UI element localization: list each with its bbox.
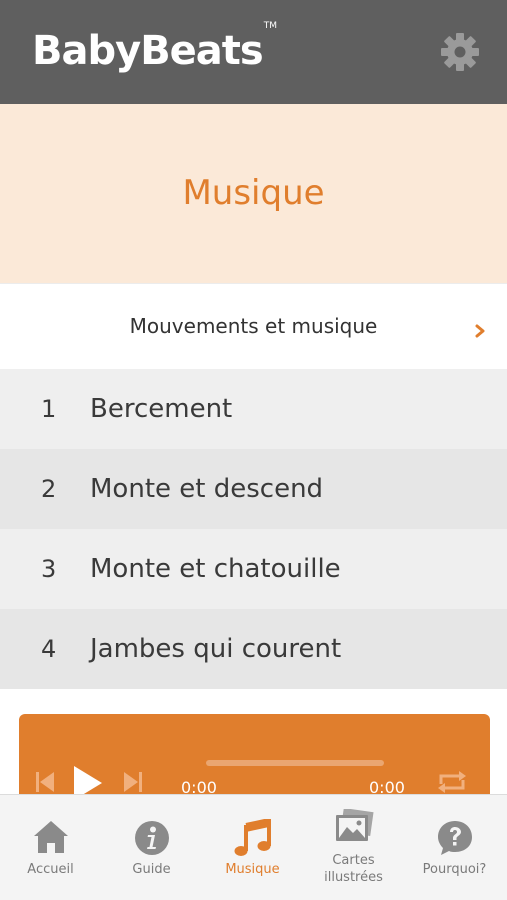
music-note-icon	[234, 819, 271, 856]
track-number: 1	[41, 395, 57, 423]
brand-logo: BabyBeatsTM	[32, 21, 277, 74]
tab-label-line: Cartes	[332, 853, 375, 868]
tab-cartes-illustrees[interactable]: Cartes illustrées	[303, 795, 404, 900]
page-title: Musique	[182, 172, 325, 213]
tab-label: Pourquoi?	[422, 862, 487, 877]
tab-bar: Accueil Guide Musique Cartes illustrées	[0, 794, 507, 900]
track-number: 2	[41, 475, 57, 503]
page-banner: Musique	[0, 104, 507, 283]
home-icon	[33, 821, 68, 853]
tab-accueil[interactable]: Accueil	[0, 795, 101, 900]
tab-guide[interactable]: Guide	[101, 795, 202, 900]
progress-slider[interactable]	[206, 760, 384, 766]
gear-icon[interactable]	[439, 31, 481, 73]
repeat-icon[interactable]	[435, 768, 469, 796]
app-header: BabyBeatsTM	[0, 0, 507, 104]
tab-label: Accueil	[27, 862, 74, 877]
track-title: Monte et descend	[90, 474, 324, 504]
tab-musique[interactable]: Musique	[202, 795, 303, 900]
tab-pourquoi[interactable]: Pourquoi?	[404, 795, 505, 900]
trademark: TM	[263, 20, 277, 31]
track-row[interactable]: 4 Jambes qui courent	[0, 609, 507, 689]
brand-name: BabyBeats	[32, 28, 264, 74]
tab-label: Guide	[132, 862, 171, 877]
skip-forward-icon[interactable]	[123, 770, 143, 794]
chevron-right-icon[interactable]	[475, 324, 485, 338]
skip-back-icon[interactable]	[35, 770, 55, 794]
tab-label: Cartes illustrées	[303, 852, 404, 886]
question-bubble-icon	[437, 821, 472, 855]
track-row[interactable]: 1 Bercement	[0, 369, 507, 449]
picture-icon	[335, 809, 374, 841]
info-icon	[134, 821, 169, 855]
section-selector[interactable]: Mouvements et musique	[0, 283, 507, 369]
track-title: Jambes qui courent	[90, 634, 342, 664]
tab-label-line: illustrées	[324, 870, 383, 885]
section-label: Mouvements et musique	[129, 314, 378, 338]
track-number: 4	[41, 635, 57, 663]
track-list: 1 Bercement 2 Monte et descend 3 Monte e…	[0, 369, 507, 689]
tab-label: Musique	[225, 862, 280, 877]
track-number: 3	[41, 555, 57, 583]
track-row[interactable]: 2 Monte et descend	[0, 449, 507, 529]
track-title: Bercement	[90, 394, 233, 424]
track-row[interactable]: 3 Monte et chatouille	[0, 529, 507, 609]
track-title: Monte et chatouille	[90, 554, 341, 584]
